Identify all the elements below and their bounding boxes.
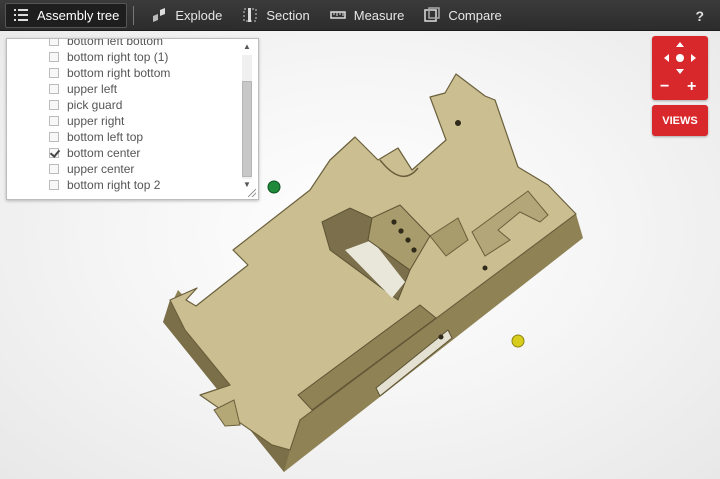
- list-item[interactable]: bottom right bottom: [7, 65, 239, 81]
- list-item[interactable]: upper left: [7, 81, 239, 97]
- visibility-checkbox[interactable]: [49, 84, 59, 94]
- visibility-checkbox[interactable]: [49, 116, 59, 126]
- compare-icon: [424, 7, 441, 23]
- compare-label: Compare: [448, 7, 502, 23]
- list-item[interactable]: bottom center: [7, 145, 239, 161]
- views-button[interactable]: VIEWS: [652, 105, 708, 136]
- model-hole: [482, 265, 488, 271]
- visibility-checkbox[interactable]: [49, 68, 59, 78]
- explode-label: Explode: [175, 7, 223, 23]
- section-button[interactable]: Section: [232, 0, 319, 31]
- visibility-checkbox[interactable]: [49, 164, 59, 174]
- explode-button[interactable]: Explode: [141, 0, 232, 31]
- toolbar-divider: [133, 5, 135, 25]
- scrollbar-thumb[interactable]: [242, 81, 252, 177]
- assembly-tree-list: bottom left bottom bottom right top (1) bo…: [7, 38, 239, 193]
- list-item[interactable]: pick guard: [7, 97, 239, 113]
- visibility-checkbox[interactable]: [49, 180, 59, 190]
- yellow-light-marker[interactable]: [511, 334, 525, 348]
- visibility-checkbox[interactable]: [49, 148, 59, 158]
- list-item[interactable]: bottom left top: [7, 129, 239, 145]
- list-item[interactable]: bottom right top (1): [7, 49, 239, 65]
- list-item[interactable]: bottom left bottom: [7, 38, 239, 49]
- tree-item-label: upper left: [67, 82, 118, 96]
- tree-item-label: bottom right bottom: [67, 66, 171, 80]
- list-item[interactable]: upper center: [7, 161, 239, 177]
- tree-item-label: bottom right top (1): [67, 50, 169, 64]
- section-icon: [242, 7, 258, 23]
- model-hole: [391, 219, 397, 225]
- tree-item-label: upper right: [67, 114, 125, 128]
- resize-grip-icon[interactable]: [248, 189, 256, 197]
- list-icon: [13, 7, 29, 23]
- model-hole: [438, 334, 444, 340]
- explode-icon: [151, 7, 167, 23]
- tree-item-label: pick guard: [67, 98, 123, 112]
- list-item[interactable]: upper right: [7, 113, 239, 129]
- assembly-tree-panel: bottom left bottom bottom right top (1) bo…: [6, 38, 259, 200]
- compare-button[interactable]: Compare: [414, 0, 511, 31]
- model-hole: [405, 237, 411, 243]
- visibility-checkbox[interactable]: [49, 39, 59, 46]
- green-light-marker[interactable]: [267, 180, 281, 194]
- assembly-tree-label: Assembly tree: [37, 7, 120, 23]
- help-button[interactable]: ?: [695, 0, 704, 31]
- tree-item-label: upper center: [67, 162, 135, 176]
- tree-scrollbar[interactable]: ▲ ▼: [240, 41, 254, 191]
- assembly-tree-button[interactable]: Assembly tree: [5, 2, 128, 28]
- visibility-checkbox[interactable]: [49, 52, 59, 62]
- tree-item-label: bottom right top 2: [67, 178, 161, 192]
- navigation-pad: − +: [652, 36, 708, 100]
- measure-icon: [329, 7, 346, 23]
- tree-item-label: bottom left top: [67, 130, 144, 144]
- model-hole: [455, 120, 461, 126]
- model-hole: [411, 247, 417, 253]
- measure-label: Measure: [353, 7, 405, 23]
- visibility-checkbox[interactable]: [49, 132, 59, 142]
- model-hole: [398, 228, 404, 234]
- tree-item-label: bottom left bottom: [67, 38, 164, 48]
- list-item[interactable]: bottom right top 2: [7, 177, 239, 193]
- section-label: Section: [266, 7, 310, 23]
- scroll-up-arrow-icon[interactable]: ▲: [240, 41, 254, 53]
- main-toolbar: Assembly tree Explode Section Measure Co…: [0, 0, 720, 31]
- tree-item-label: bottom center: [67, 146, 141, 160]
- visibility-checkbox[interactable]: [49, 100, 59, 110]
- zoom-out-icon[interactable]: −: [660, 78, 669, 96]
- measure-button[interactable]: Measure: [320, 0, 415, 31]
- zoom-in-icon[interactable]: +: [687, 78, 696, 96]
